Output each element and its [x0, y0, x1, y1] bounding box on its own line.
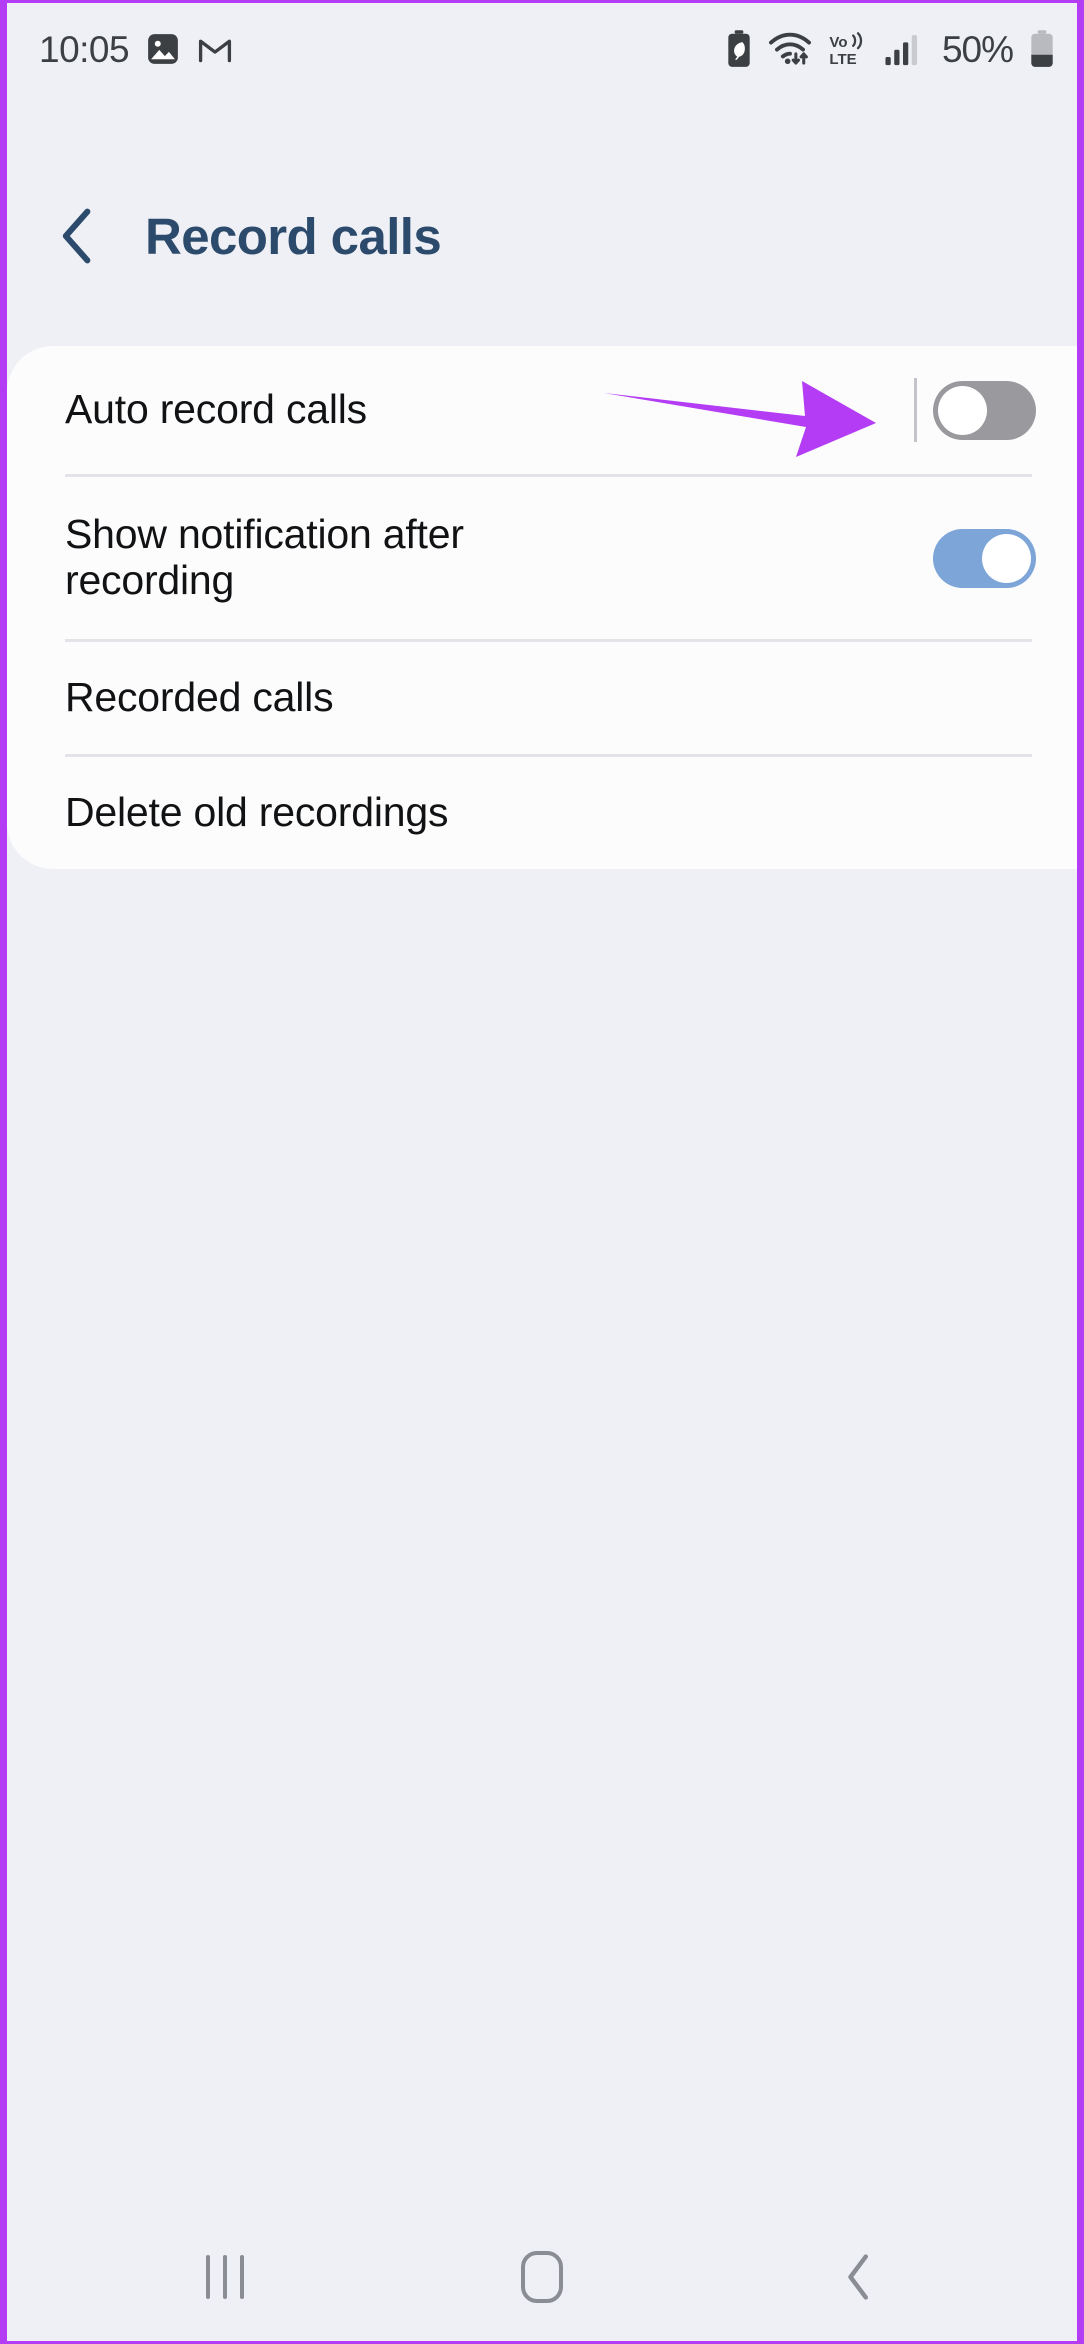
setting-label: Show notification after recording	[65, 511, 464, 603]
gmail-icon	[197, 32, 233, 66]
volte-icon: Vo LTE	[828, 30, 868, 68]
chevron-left-icon[interactable]	[45, 203, 111, 269]
photos-icon	[146, 32, 180, 66]
settings-card: Auto record calls Show notification afte…	[7, 346, 1077, 869]
setting-row-delete-old-recordings[interactable]: Delete old recordings	[7, 757, 1077, 869]
recents-icon[interactable]	[155, 2229, 295, 2325]
page-title: Record calls	[145, 207, 442, 265]
setting-label: Recorded calls	[65, 674, 334, 721]
page-header: Record calls	[7, 181, 442, 291]
toggle-show-notification[interactable]	[933, 528, 1036, 588]
setting-label: Auto record calls	[65, 386, 367, 433]
phone-screen: 10:05 Vo LTE 50% Record calls Auto recor…	[0, 0, 1084, 2344]
status-bar-left: 10:05	[39, 31, 233, 68]
setting-row-recorded-calls[interactable]: Recorded calls	[7, 642, 1077, 754]
recents-bar	[223, 2255, 228, 2299]
status-bar-right: Vo LTE 50%	[726, 30, 1055, 68]
toggle-divider-tick	[914, 378, 917, 442]
recents-bar	[240, 2255, 245, 2299]
svg-text:Vo: Vo	[829, 34, 847, 51]
status-bar: 10:05 Vo LTE 50%	[7, 3, 1077, 95]
toggle-auto-record-calls[interactable]	[933, 380, 1036, 440]
navigation-bar	[7, 2213, 1077, 2341]
wifi-icon	[768, 30, 812, 68]
nav-back-icon[interactable]	[789, 2229, 929, 2325]
battery-icon	[1029, 30, 1055, 68]
toggle-knob	[938, 385, 987, 435]
battery-saver-icon	[726, 30, 752, 68]
toggle-knob	[982, 533, 1031, 583]
home-icon[interactable]	[472, 2229, 612, 2325]
setting-label: Delete old recordings	[65, 789, 449, 836]
setting-row-auto-record-calls[interactable]: Auto record calls	[7, 346, 1077, 474]
svg-text:LTE: LTE	[829, 51, 856, 68]
status-clock: 10:05	[39, 28, 130, 70]
signal-bars-icon	[884, 30, 922, 68]
battery-percent-label: 50%	[941, 28, 1014, 70]
recents-bar	[206, 2255, 211, 2299]
setting-row-show-notification[interactable]: Show notification after recording	[7, 477, 1077, 639]
